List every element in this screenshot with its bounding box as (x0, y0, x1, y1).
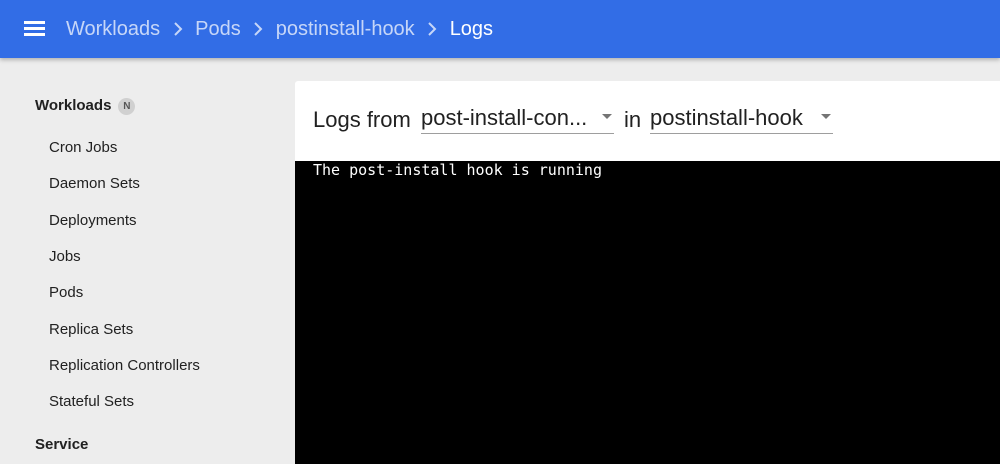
breadcrumb-workloads[interactable]: Workloads (66, 18, 160, 41)
breadcrumb-pod-name[interactable]: postinstall-hook (276, 18, 415, 41)
sidebar-item-daemon-sets[interactable]: Daemon Sets (49, 175, 140, 192)
container-select[interactable]: post-install-con... (421, 103, 614, 134)
logs-from-label: Logs from (313, 107, 411, 132)
container-select-value: post-install-con... (421, 105, 588, 130)
sidebar-item-cron-jobs[interactable]: Cron Jobs (49, 139, 117, 156)
pod-select-value: postinstall-hook (650, 105, 803, 130)
dropdown-arrow-icon (602, 114, 612, 119)
sidebar-section-service[interactable]: Service (35, 436, 88, 453)
sidebar-item-deployments[interactable]: Deployments (49, 212, 137, 229)
pod-select[interactable]: postinstall-hook (650, 103, 833, 134)
sidebar-item-jobs[interactable]: Jobs (49, 248, 81, 265)
breadcrumb-pods[interactable]: Pods (195, 18, 241, 41)
chevron-right-icon (241, 18, 276, 41)
sidebar: Workloads N Cron Jobs Daemon Sets Deploym… (0, 58, 295, 464)
in-label: in (624, 107, 642, 132)
chevron-right-icon (160, 18, 195, 41)
sidebar-item-replication-controllers[interactable]: Replication Controllers (49, 357, 200, 374)
log-line: The post-install hook is running (313, 161, 602, 179)
menu-icon[interactable] (22, 19, 48, 39)
breadcrumb-logs: Logs (449, 17, 494, 40)
chevron-right-icon (415, 18, 450, 41)
sidebar-item-replica-sets[interactable]: Replica Sets (49, 321, 133, 338)
sidebar-section-workloads[interactable]: Workloads N (35, 97, 136, 115)
top-bar: Workloads Pods postinstall-hook Logs (0, 0, 1000, 58)
breadcrumb: Workloads Pods postinstall-hook Logs (66, 0, 493, 58)
namespace-badge: N (118, 98, 136, 115)
log-console[interactable]: The post-install hook is running (295, 161, 1000, 464)
logs-toolbar: Logs from post-install-con... in postins… (295, 81, 1000, 161)
sidebar-section-label: Workloads (35, 97, 112, 114)
sidebar-item-pods[interactable]: Pods (49, 284, 83, 301)
dropdown-arrow-icon (821, 114, 831, 119)
sidebar-item-stateful-sets[interactable]: Stateful Sets (49, 393, 134, 410)
